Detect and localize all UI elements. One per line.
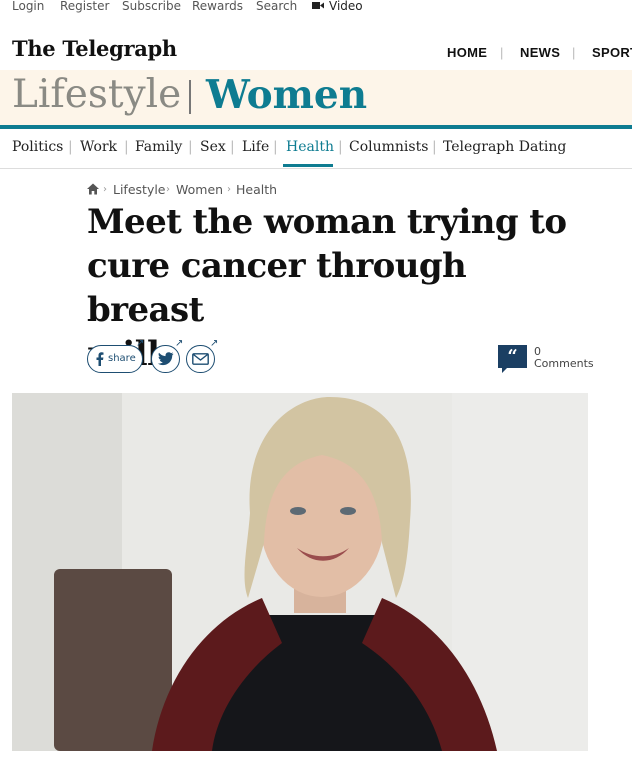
headline-line: cure cancer through breast (87, 246, 467, 330)
facebook-share-button[interactable]: share ↗ (87, 339, 144, 373)
envelope-icon (192, 353, 209, 365)
breadcrumb-women[interactable]: Women (176, 182, 223, 197)
video-link[interactable]: Video (329, 0, 363, 13)
rewards-link[interactable]: Rewards (192, 0, 243, 13)
section-title[interactable]: Lifestyle (12, 72, 181, 117)
subnav-item-sex[interactable]: Sex (200, 139, 226, 155)
subnav-divider (0, 168, 632, 169)
facebook-share-label: share (108, 353, 136, 364)
login-link[interactable]: Login (12, 0, 44, 13)
external-arrow-icon: ↗ (210, 338, 219, 349)
breadcrumb-health[interactable]: Health (236, 182, 277, 197)
subsection-title[interactable]: Women (206, 72, 367, 118)
section-divider (189, 80, 191, 114)
nav-home[interactable]: HOME (447, 45, 487, 60)
subnav-separator: | (124, 139, 129, 155)
twitter-share-button[interactable]: ↗ (151, 339, 183, 373)
subnav-item-telegraph-dating[interactable]: Telegraph Dating (443, 139, 566, 155)
subscribe-link[interactable]: Subscribe (122, 0, 181, 13)
subnav-item-health[interactable]: Health (286, 139, 334, 155)
nav-news[interactable]: NEWS (520, 45, 560, 60)
register-link[interactable]: Register (60, 0, 109, 13)
chevron-right-icon: › (103, 184, 107, 195)
video-camera-icon[interactable] (312, 1, 324, 10)
subnav-separator: | (188, 139, 193, 155)
subnav-separator: | (68, 139, 73, 155)
home-icon[interactable] (87, 183, 99, 195)
facebook-icon (96, 352, 104, 366)
subnav-item-life[interactable]: Life (242, 139, 269, 155)
subnav-item-work[interactable]: Work (80, 139, 117, 155)
nav-separator: | (572, 45, 576, 60)
twitter-icon (157, 352, 174, 366)
external-arrow-icon: ↗ (175, 338, 184, 349)
email-share-button[interactable]: ↗ (186, 339, 218, 373)
subnav-separator: | (230, 139, 235, 155)
comments-label[interactable]: Comments (534, 357, 594, 370)
comments-quote-icon[interactable]: “ (498, 345, 527, 374)
subnav-separator: | (273, 139, 278, 155)
nav-separator: | (500, 45, 504, 60)
chevron-right-icon: › (166, 184, 170, 195)
subnav-separator: | (338, 139, 343, 155)
section-rule (0, 125, 632, 129)
subnav-separator: | (432, 139, 437, 155)
subnav-item-columnists[interactable]: Columnists (349, 139, 428, 155)
subnav-item-politics[interactable]: Politics (12, 139, 63, 155)
external-arrow-icon: ↗ (136, 338, 145, 349)
headline-line: Meet the woman trying to (87, 202, 567, 242)
search-link[interactable]: Search (256, 0, 297, 13)
active-tab-indicator (283, 164, 333, 167)
svg-text:“: “ (507, 346, 517, 367)
utility-bar: Login Register Subscribe Rewards Search … (0, 0, 632, 14)
subnav-item-family[interactable]: Family (135, 139, 182, 155)
breadcrumb-lifestyle[interactable]: Lifestyle (113, 182, 166, 197)
chevron-right-icon: › (227, 184, 231, 195)
telegraph-logo[interactable]: The Telegraph (12, 36, 177, 61)
portrait-illustration (12, 393, 588, 751)
article-lead-image (12, 393, 588, 751)
nav-sport[interactable]: SPORT (592, 45, 632, 60)
